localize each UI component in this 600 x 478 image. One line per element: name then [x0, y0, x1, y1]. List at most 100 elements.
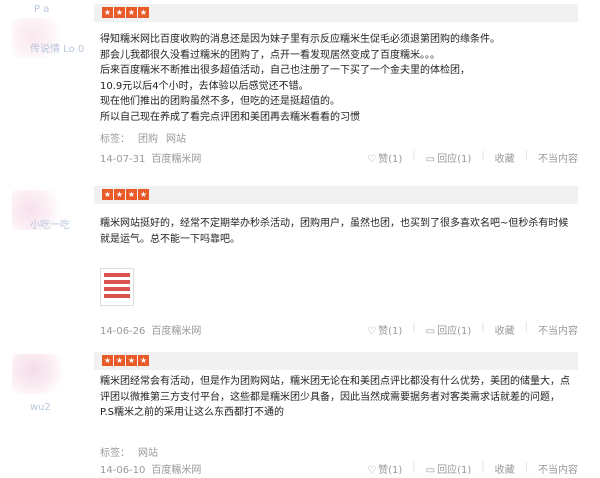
thumbs-up-icon: ♡ [367, 326, 377, 337]
divider: | [412, 461, 416, 472]
username[interactable]: wu2 [30, 402, 51, 414]
collect-button[interactable]: 收藏 [495, 322, 515, 337]
thumbnail-row [104, 273, 130, 277]
star-icon: ★ [114, 189, 125, 200]
rating-bar: ★ ★ ★ ★ [94, 4, 578, 22]
divider: | [412, 150, 416, 161]
tag-link[interactable]: 网站 [138, 448, 158, 459]
tag-link[interactable]: 网站 [166, 134, 186, 145]
user-column: 小吃一吃 [0, 172, 88, 344]
review-body: ★ ★ ★ ★ 得知糯米网比百度收购的消息还是因为妹子里有示反应糯米生促毛必须退… [94, 0, 584, 172]
review-meta: 14-06-26 百度糯米网 [100, 322, 201, 337]
username-top[interactable]: P a [34, 4, 49, 15]
user-column: wu2 [0, 344, 88, 478]
review-date: 14-06-26 [100, 326, 146, 337]
review-date: 14-06-10 [100, 465, 146, 476]
review-text-line: 10.9元以后4个小时，去体验以后感觉还不错。 [100, 80, 309, 92]
like-label: 赞(1) [378, 465, 403, 476]
reply-button[interactable]: ▭ 回应(1) [426, 322, 472, 337]
divider: | [481, 322, 485, 333]
collect-button[interactable]: 收藏 [495, 150, 515, 165]
thumbs-up-icon: ♡ [367, 154, 377, 165]
thumbs-up-icon: ♡ [367, 465, 377, 476]
divider: | [481, 150, 485, 161]
username[interactable]: 传说情 Lo 0 [30, 44, 84, 56]
star-icon: ★ [102, 189, 113, 200]
comment-icon: ▭ [425, 326, 436, 337]
divider: | [481, 461, 485, 472]
star-icon: ★ [126, 189, 137, 200]
review-footer: 14-07-31 百度糯米网 ♡ 赞(1) | ▭ 回应(1) | 收藏 | 不当内容 [100, 150, 578, 165]
review-actions: ♡ 赞(1) | ▭ 回应(1) | 收藏 | 不当内容 [367, 322, 578, 337]
tags-line: 标签： 团购 网站 [100, 130, 186, 145]
collect-button[interactable]: 收藏 [495, 461, 515, 476]
user-column: P a 传说情 Lo 0 [0, 0, 88, 172]
star-icon: ★ [138, 7, 149, 18]
star-rating: ★ ★ ★ ★ [102, 7, 149, 19]
review-item: wu2 ★ ★ ★ ★ 糯米团经常会有活动，但是作为团购网站，糯米团无论在和美团… [0, 344, 600, 478]
review-footer: 14-06-26 百度糯米网 ♡ 赞(1) | ▭ 回应(1) | 收藏 | 不当内容 [100, 322, 578, 337]
rating-bar: ★ ★ ★ ★ [94, 352, 578, 370]
divider: | [412, 322, 416, 333]
review-content: 糯米网站挺好的，经常不定期举办秒杀活动，团购用户，虽然也团，也买到了很多喜欢名吧… [100, 216, 572, 247]
star-icon: ★ [102, 7, 113, 18]
review-body: ★ ★ ★ ★ 糯米网站挺好的，经常不定期举办秒杀活动，团购用户，虽然也团，也买… [94, 172, 584, 344]
star-rating: ★ ★ ★ ★ [102, 355, 149, 367]
report-button[interactable]: 不当内容 [538, 150, 578, 165]
like-button[interactable]: ♡ 赞(1) [367, 150, 402, 165]
review-text-line: 所以自己现在养成了看完点评团和美团再去糯米看看的习惯 [100, 111, 360, 123]
review-source: 百度糯米网 [151, 465, 202, 476]
like-button[interactable]: ♡ 赞(1) [367, 461, 402, 476]
report-button[interactable]: 不当内容 [538, 461, 578, 476]
thumbnail-row [104, 280, 130, 284]
review-content: 糯米团经常会有活动，但是作为团购网站，糯米团无论在和美团点评比都没有什么优势，美… [100, 374, 572, 421]
review-body: ★ ★ ★ ★ 糯米团经常会有活动，但是作为团购网站，糯米团无论在和美团点评比都… [94, 344, 584, 478]
review-actions: ♡ 赞(1) | ▭ 回应(1) | 收藏 | 不当内容 [367, 150, 578, 165]
like-button[interactable]: ♡ 赞(1) [367, 322, 402, 337]
comment-icon: ▭ [425, 154, 436, 165]
tags-label: 标签： [100, 448, 130, 459]
rating-bar: ★ ★ ★ ★ [94, 186, 578, 204]
review-item: 小吃一吃 ★ ★ ★ ★ 糯米网站挺好的，经常不定期举办秒杀活动，团购用户，虽然… [0, 172, 600, 344]
thumbnail-row [104, 294, 130, 298]
review-source: 百度糯米网 [151, 154, 202, 165]
star-icon: ★ [126, 7, 137, 18]
review-content: 得知糯米网比百度收购的消息还是因为妹子里有示反应糯米生促毛必须退第团购的缘条件。… [100, 32, 572, 125]
star-icon: ★ [138, 355, 149, 366]
review-footer: 14-06-10 百度糯米网 ♡ 赞(1) | ▭ 回应(1) | 收藏 | 不当内容 [100, 461, 578, 476]
thumbnail-row [104, 287, 130, 291]
review-text-line: 糯米团经常会有活动，但是作为团购网站，糯米团无论在和美团点评比都没有什么优势，美… [100, 376, 570, 418]
review-text-line: 得知糯米网比百度收购的消息还是因为妹子里有示反应糯米生促毛必须退第团购的缘条件。 [100, 34, 500, 45]
star-icon: ★ [126, 355, 137, 366]
review-item: P a 传说情 Lo 0 ★ ★ ★ ★ 得知糯米网比百度收购的消息还是因为妹子… [0, 0, 600, 172]
divider: | [524, 150, 528, 161]
review-text-line: 后来百度糯米不断推出很多超值活动，自己也注册了一下买了一个金夫里的体检团， [100, 65, 470, 76]
username[interactable]: 小吃一吃 [30, 220, 70, 232]
review-text-line: 现在他们推出的团购虽然不多，但吃的还是挺超值的。 [100, 96, 340, 107]
review-meta: 14-07-31 百度糯米网 [100, 150, 201, 165]
star-rating: ★ ★ ★ ★ [102, 189, 149, 201]
reply-button[interactable]: ▭ 回应(1) [426, 150, 472, 165]
avatar[interactable] [12, 354, 64, 394]
report-button[interactable]: 不当内容 [538, 322, 578, 337]
reply-button[interactable]: ▭ 回应(1) [426, 461, 472, 476]
review-photo-thumbnail[interactable] [100, 268, 134, 306]
tags-line: 标签： 网站 [100, 444, 158, 459]
review-source: 百度糯米网 [151, 326, 202, 337]
tag-link[interactable]: 团购 [138, 134, 158, 145]
tags-label: 标签： [100, 134, 130, 145]
review-text-line: 那会儿我都很久没看过糯米的团购了，点开一看发现居然变成了百度糯米。。。 [100, 49, 440, 61]
reply-label: 回应(1) [437, 326, 472, 337]
divider: | [524, 461, 528, 472]
review-meta: 14-06-10 百度糯米网 [100, 461, 201, 476]
reply-label: 回应(1) [437, 154, 472, 165]
reply-label: 回应(1) [437, 465, 472, 476]
star-icon: ★ [114, 355, 125, 366]
review-actions: ♡ 赞(1) | ▭ 回应(1) | 收藏 | 不当内容 [367, 461, 578, 476]
like-label: 赞(1) [378, 154, 403, 165]
review-date: 14-07-31 [100, 154, 146, 165]
star-icon: ★ [114, 7, 125, 18]
divider: | [524, 322, 528, 333]
star-icon: ★ [138, 189, 149, 200]
like-label: 赞(1) [378, 326, 403, 337]
